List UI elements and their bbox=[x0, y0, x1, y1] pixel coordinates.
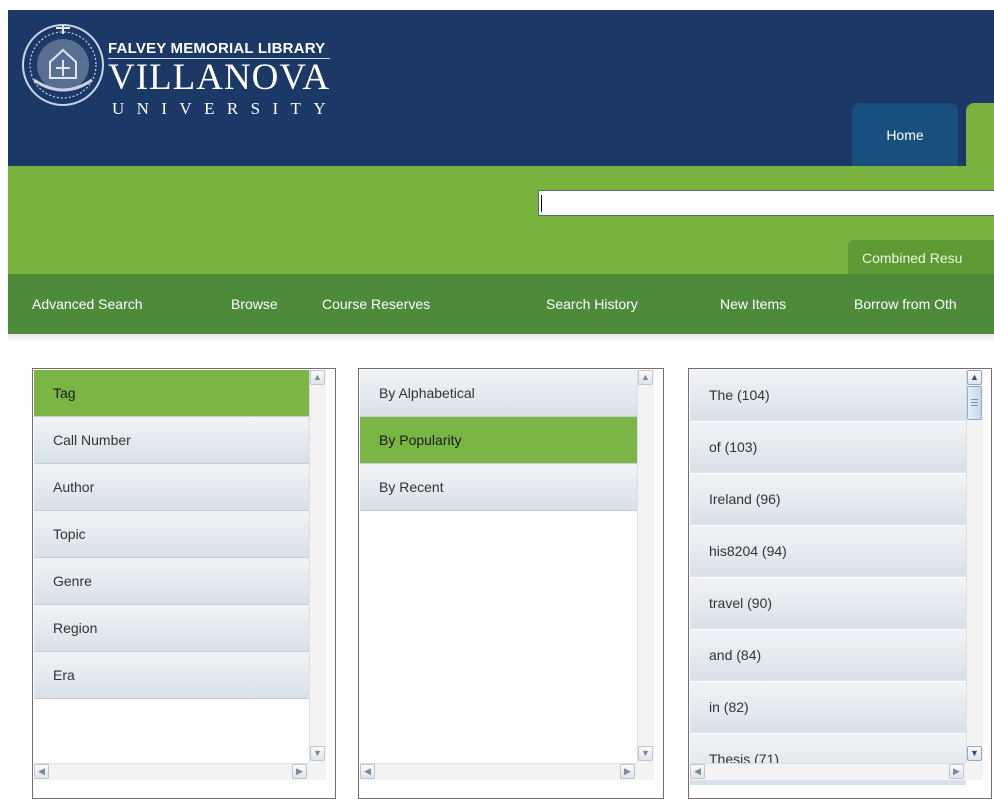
nav-search-history[interactable]: Search History bbox=[546, 274, 638, 334]
sort-list: By Alphabetical By Popularity By Recent bbox=[360, 370, 637, 511]
category-item-tag[interactable]: Tag bbox=[34, 370, 309, 417]
university-name: VILLANOVA bbox=[108, 57, 331, 98]
scroll-right-arrow-icon[interactable]: ▶ bbox=[949, 764, 964, 779]
scroll-right-arrow-icon[interactable]: ▶ bbox=[620, 764, 635, 779]
tab-combined-results-label: Combined Resu bbox=[862, 250, 963, 266]
scrollbar-corner bbox=[637, 763, 654, 780]
tab-combined-results[interactable]: Combined Resu bbox=[848, 240, 994, 274]
scroll-right-arrow-icon[interactable]: ▶ bbox=[292, 764, 307, 779]
search-band: Combined Resu bbox=[8, 166, 994, 274]
category-item-call-number[interactable]: Call Number bbox=[34, 417, 309, 464]
browse-sort-panel: By Alphabetical By Popularity By Recent … bbox=[358, 368, 664, 799]
site-header: FALVEY MEMORIAL LIBRARY VILLANOVA UNIVER… bbox=[8, 10, 994, 166]
sort-item-popularity[interactable]: By Popularity bbox=[360, 417, 637, 464]
tag-item[interactable]: The (104) bbox=[690, 370, 966, 422]
tag-item[interactable]: travel (90) bbox=[690, 578, 966, 630]
tab-home-label: Home bbox=[886, 126, 924, 143]
category-item-topic[interactable]: Topic bbox=[34, 511, 309, 558]
browse-tag-panel: The (104) of (103) Ireland (96) his8204 … bbox=[688, 368, 992, 799]
scroll-left-arrow-icon[interactable]: ◀ bbox=[690, 764, 705, 779]
scroll-up-arrow-icon[interactable]: ▲ bbox=[310, 370, 325, 385]
category-item-genre[interactable]: Genre bbox=[34, 558, 309, 605]
nav-new-items[interactable]: New Items bbox=[720, 274, 786, 334]
tag-vertical-scrollbar[interactable]: ▲ ▼ bbox=[966, 370, 983, 763]
category-vertical-scrollbar[interactable]: ▲ ▼ bbox=[309, 370, 326, 763]
scroll-thumb[interactable] bbox=[967, 386, 982, 420]
tag-item[interactable]: and (84) bbox=[690, 630, 966, 682]
scroll-down-arrow-icon[interactable]: ▼ bbox=[967, 746, 982, 761]
tag-item[interactable]: his8204 (94) bbox=[690, 526, 966, 578]
category-item-author[interactable]: Author bbox=[34, 464, 309, 511]
tag-horizontal-scrollbar[interactable]: ◀ ▶ bbox=[690, 763, 966, 780]
nav-shadow bbox=[8, 334, 994, 342]
category-item-era[interactable]: Era bbox=[34, 652, 309, 699]
sort-item-alphabetical[interactable]: By Alphabetical bbox=[360, 370, 637, 417]
tag-item[interactable]: Ireland (96) bbox=[690, 474, 966, 526]
browse-category-panel: Tag Call Number Author Topic Genre Regio… bbox=[32, 368, 336, 799]
nav-advanced-search[interactable]: Advanced Search bbox=[32, 274, 143, 334]
scroll-left-arrow-icon[interactable]: ◀ bbox=[360, 764, 375, 779]
nav-browse[interactable]: Browse bbox=[231, 274, 278, 334]
scroll-up-arrow-icon[interactable]: ▲ bbox=[638, 370, 653, 385]
nav-borrow-from-other[interactable]: Borrow from Oth bbox=[854, 274, 957, 334]
scrollbar-corner bbox=[966, 763, 983, 780]
nav-course-reserves[interactable]: Course Reserves bbox=[322, 274, 430, 334]
sort-vertical-scrollbar[interactable]: ▲ ▼ bbox=[637, 370, 654, 763]
scroll-up-arrow-icon[interactable]: ▲ bbox=[967, 370, 982, 385]
sort-item-recent[interactable]: By Recent bbox=[360, 464, 637, 511]
text-cursor bbox=[541, 195, 542, 212]
category-list: Tag Call Number Author Topic Genre Regio… bbox=[34, 370, 309, 699]
search-input[interactable] bbox=[538, 190, 994, 216]
tag-item[interactable]: of (103) bbox=[690, 422, 966, 474]
tab-active-partial[interactable] bbox=[966, 103, 994, 166]
scroll-down-arrow-icon[interactable]: ▼ bbox=[638, 746, 653, 761]
library-name: FALVEY MEMORIAL LIBRARY bbox=[108, 40, 326, 57]
tab-home[interactable]: Home bbox=[852, 103, 958, 166]
tag-list: The (104) of (103) Ireland (96) his8204 … bbox=[690, 370, 966, 786]
tag-item[interactable]: in (82) bbox=[690, 682, 966, 734]
scrollbar-corner bbox=[309, 763, 326, 780]
main-nav: Advanced Search Browse Course Reserves S… bbox=[8, 274, 994, 334]
scroll-down-arrow-icon[interactable]: ▼ bbox=[310, 746, 325, 761]
university-subtitle: UNIVERSITY bbox=[112, 99, 338, 118]
category-horizontal-scrollbar[interactable]: ◀ ▶ bbox=[34, 763, 309, 780]
scroll-left-arrow-icon[interactable]: ◀ bbox=[34, 764, 49, 779]
university-seal-logo[interactable] bbox=[20, 22, 106, 108]
sort-horizontal-scrollbar[interactable]: ◀ ▶ bbox=[360, 763, 637, 780]
category-item-region[interactable]: Region bbox=[34, 605, 309, 652]
